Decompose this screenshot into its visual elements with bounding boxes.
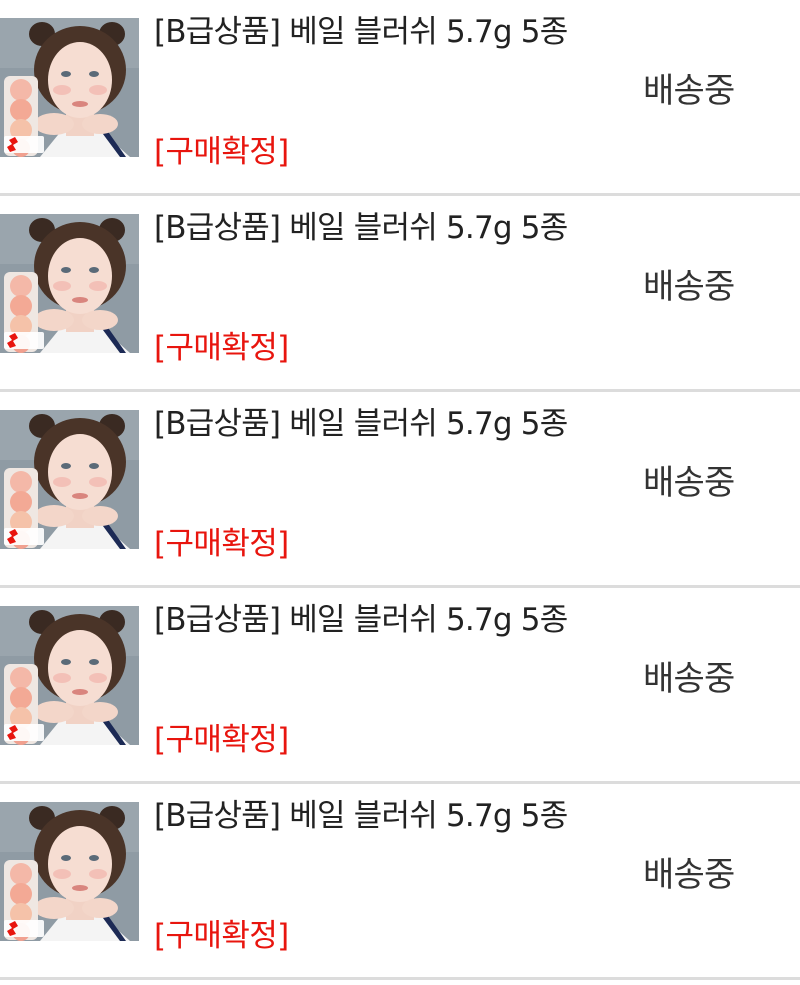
shipping-status: 배송중	[643, 855, 735, 895]
order-row[interactable]: [B급상품] 베일 블러쉬 5.7g 5종 [구매확정] 배송중	[0, 588, 800, 784]
shipping-status: 배송중	[643, 71, 735, 111]
product-thumbnail[interactable]	[0, 214, 139, 353]
product-title[interactable]: [B급상품] 베일 블러쉬 5.7g 5종	[154, 208, 574, 248]
purchase-confirm-button[interactable]: [구매확정]	[154, 328, 289, 368]
purchase-confirm-button[interactable]: [구매확정]	[154, 132, 289, 172]
product-title[interactable]: [B급상품] 베일 블러쉬 5.7g 5종	[154, 796, 574, 836]
purchase-confirm-button[interactable]: [구매확정]	[154, 720, 289, 760]
product-thumbnail[interactable]	[0, 18, 139, 157]
order-row[interactable]: [B급상품] 베일 블러쉬 5.7g 5종 [구매확정] 배송중	[0, 0, 800, 196]
order-row[interactable]: [B급상품] 베일 블러쉬 5.7g 5종 [구매확정] 배송중	[0, 784, 800, 980]
product-thumbnail[interactable]	[0, 606, 139, 745]
product-thumbnail[interactable]	[0, 802, 139, 941]
shipping-status: 배송중	[643, 267, 735, 307]
product-thumbnail[interactable]	[0, 410, 139, 549]
order-row[interactable]: [B급상품] 베일 블러쉬 5.7g 5종 [구매확정] 배송중	[0, 196, 800, 392]
purchase-confirm-button[interactable]: [구매확정]	[154, 524, 289, 564]
order-list: [B급상품] 베일 블러쉬 5.7g 5종 [구매확정] 배송중 [B급상품] …	[0, 0, 800, 985]
product-title[interactable]: [B급상품] 베일 블러쉬 5.7g 5종	[154, 404, 574, 444]
product-title[interactable]: [B급상품] 베일 블러쉬 5.7g 5종	[154, 600, 574, 640]
product-title[interactable]: [B급상품] 베일 블러쉬 5.7g 5종	[154, 12, 574, 52]
shipping-status: 배송중	[643, 659, 735, 699]
row-divider	[0, 977, 800, 980]
shipping-status: 배송중	[643, 463, 735, 503]
order-row[interactable]: [B급상품] 베일 블러쉬 5.7g 5종 [구매확정] 배송중	[0, 392, 800, 588]
purchase-confirm-button[interactable]: [구매확정]	[154, 916, 289, 956]
